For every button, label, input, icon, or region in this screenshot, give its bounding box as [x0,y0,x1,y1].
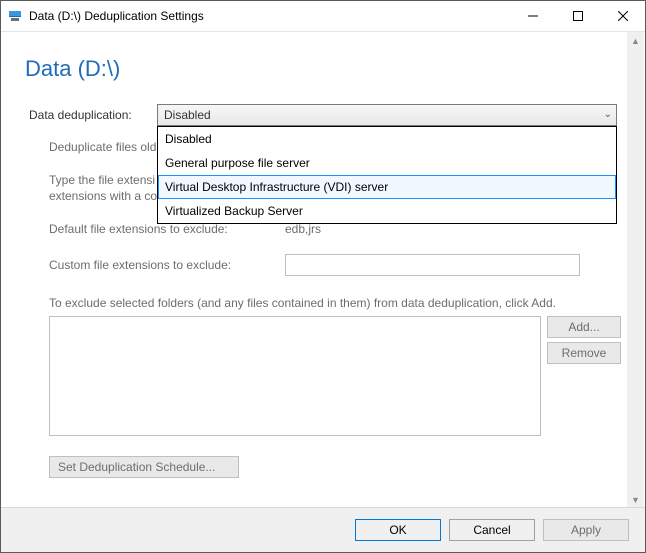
dedup-combobox[interactable]: Disabled ⌄ Disabled General purpose file… [157,104,617,126]
server-manager-icon [7,8,23,24]
default-ext-row: Default file extensions to exclude: edb,… [49,222,621,236]
window-title: Data (D:\) Deduplication Settings [29,9,204,23]
custom-ext-label: Custom file extensions to exclude: [49,258,285,272]
dedup-combobox-display[interactable]: Disabled ⌄ [157,104,617,126]
chevron-down-icon: ⌄ [604,105,612,125]
apply-button[interactable]: Apply [543,519,629,541]
dedup-option-general[interactable]: General purpose file server [158,151,616,175]
dedup-row: Data deduplication: Disabled ⌄ Disabled … [29,104,621,126]
dedup-option-disabled[interactable]: Disabled [158,127,616,151]
dedup-combobox-list: Disabled General purpose file server Vir… [157,126,617,224]
custom-ext-row: Custom file extensions to exclude: [49,254,621,276]
maximize-button[interactable] [555,1,600,31]
exclude-folders-text: To exclude selected folders (and any fil… [49,296,621,310]
dedup-label: Data deduplication: [29,108,157,122]
add-button[interactable]: Add... [547,316,621,338]
minimize-button[interactable] [510,1,555,31]
default-ext-value: edb,jrs [285,222,321,236]
close-button[interactable] [600,1,645,31]
dedup-option-vdi[interactable]: Virtual Desktop Infrastructure (VDI) ser… [158,175,616,199]
dedup-option-backup[interactable]: Virtualized Backup Server [158,199,616,223]
titlebar: Data (D:\) Deduplication Settings [1,1,645,32]
window-controls [510,1,645,31]
remove-button[interactable]: Remove [547,342,621,364]
content-area: Data (D:\) Data deduplication: Disabled … [1,32,645,508]
ok-button[interactable]: OK [355,519,441,541]
exclude-folders-list[interactable] [49,316,541,436]
default-ext-label: Default file extensions to exclude: [49,222,285,236]
window-root: Data (D:\) Deduplication Settings ▲ ▼ Da… [0,0,646,553]
page-title: Data (D:\) [25,56,621,82]
custom-ext-input[interactable] [285,254,580,276]
set-schedule-button[interactable]: Set Deduplication Schedule... [49,456,239,478]
dialog-footer: OK Cancel Apply [1,507,645,552]
dedup-selected-value: Disabled [164,108,211,122]
cancel-button[interactable]: Cancel [449,519,535,541]
folder-side-buttons: Add... Remove [547,316,621,436]
